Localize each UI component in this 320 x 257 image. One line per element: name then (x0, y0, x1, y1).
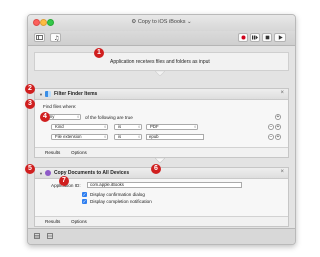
chevron-updown-icon: ◊ (194, 125, 196, 129)
criterion-field-popup[interactable]: Kind ◊ (51, 124, 108, 130)
chevron-updown-icon: ◊ (138, 125, 140, 129)
add-criterion-button[interactable]: + (275, 124, 281, 130)
criterion-text-value: epub (149, 134, 159, 139)
remove-criterion-button[interactable]: − (268, 124, 274, 130)
application-id-field[interactable]: com.apple.iBooks (87, 182, 242, 188)
marker-7: 7 (59, 176, 69, 186)
workflow-icon: ⚙ (131, 19, 137, 25)
options-tab[interactable]: Options (71, 219, 87, 224)
run-button[interactable] (274, 33, 286, 42)
criterion-field-value: File extension (55, 134, 82, 139)
action-title: Filter Finder Items (54, 91, 98, 97)
criterion-text-field[interactable]: epub (146, 134, 204, 140)
banner-text: Application receives files and folders a… (110, 58, 210, 65)
marker-4: 4 (40, 112, 50, 122)
chevron-updown-icon: ◊ (77, 115, 79, 119)
add-criterion-button[interactable]: + (275, 134, 281, 140)
remove-criterion-button[interactable]: − (268, 134, 274, 140)
find-files-label: Find files where: (43, 104, 77, 109)
stop-button[interactable] (262, 33, 272, 42)
finder-icon (45, 91, 51, 97)
disclosure-triangle-icon[interactable]: ▼ (39, 171, 43, 176)
confirmation-label: Display confirmation dialog (90, 192, 145, 197)
criterion-field-popup[interactable]: File extension ◊ (51, 134, 108, 140)
criterion-operator-value: is (118, 134, 122, 139)
action-title: Copy Documents to All Devices (54, 170, 130, 176)
workflow-input-banner: Application receives files and folders a… (34, 52, 289, 71)
close-icon[interactable]: × (280, 169, 284, 175)
marker-5: 5 (25, 164, 35, 174)
options-tab[interactable]: Options (71, 150, 87, 155)
criterion-operator-popup[interactable]: is ◊ (114, 134, 142, 140)
copy-documents-action: ▼ Copy Documents to All Devices × Applic… (34, 167, 289, 227)
action-footer: Results Options (35, 147, 288, 157)
results-tab[interactable]: Results (45, 150, 60, 155)
connector-notch (155, 71, 165, 76)
notification-checkbox[interactable]: ✓ (82, 199, 87, 204)
filter-finder-items-action: ▼ Filter Finder Items × Find files where… (34, 88, 289, 158)
log-bar (28, 228, 295, 244)
run-icon (278, 35, 283, 40)
svg-text:♫: ♫ (54, 35, 59, 41)
chevron-updown-icon: ◊ (104, 135, 106, 139)
application-id-value: com.apple.iBooks (90, 182, 124, 187)
following-true-label: of the following are true (85, 115, 133, 120)
criterion-field-value: Kind (55, 124, 64, 129)
variables-icon[interactable] (47, 233, 53, 239)
record-button[interactable] (238, 33, 248, 42)
action-footer: Results Options (35, 216, 288, 226)
notification-label: Display completion notification (90, 199, 152, 204)
title-bar: ⚙ Copy to iOS iBooks ⌄ (28, 15, 295, 31)
marker-6: 6 (151, 164, 161, 174)
step-icon (252, 35, 258, 40)
sidebar-icon (36, 35, 43, 40)
results-tab[interactable]: Results (45, 219, 60, 224)
criterion-operator-popup[interactable]: is ◊ (114, 124, 142, 130)
library-icon: ♫ (54, 35, 59, 41)
confirmation-checkbox[interactable]: ✓ (82, 192, 87, 197)
window-title-wrap: ⚙ Copy to iOS iBooks ⌄ (28, 19, 295, 25)
media-button[interactable]: ♫ (50, 33, 61, 42)
marker-1: 1 (94, 48, 104, 58)
workflow-area: Application receives files and folders a… (28, 46, 295, 228)
marker-3: 3 (25, 99, 35, 109)
step-button[interactable] (250, 33, 260, 42)
automator-window: ⚙ Copy to iOS iBooks ⌄ ♫ Application rec… (27, 14, 296, 245)
connector-notch (155, 158, 165, 163)
disclosure-triangle-icon[interactable]: ▼ (39, 92, 43, 97)
show-library-button[interactable] (34, 33, 45, 42)
action-header[interactable]: ▼ Copy Documents to All Devices × (35, 168, 288, 179)
devices-icon (45, 170, 51, 176)
criterion-value-popup[interactable]: PDF ◊ (146, 124, 198, 130)
chevron-updown-icon: ◊ (138, 135, 140, 139)
list-view-icon[interactable] (34, 233, 40, 239)
stop-icon (265, 35, 269, 40)
marker-2: 2 (25, 84, 35, 94)
record-icon (241, 35, 245, 40)
close-icon[interactable]: × (280, 90, 284, 96)
criterion-value-value: PDF (150, 124, 159, 129)
window-title: Copy to iOS iBooks (137, 19, 186, 25)
criterion-operator-value: is (118, 124, 122, 129)
title-chevron-icon[interactable]: ⌄ (187, 19, 192, 25)
add-criterion-button[interactable]: + (275, 114, 281, 120)
action-header[interactable]: ▼ Filter Finder Items × (35, 89, 288, 100)
chevron-updown-icon: ◊ (104, 125, 106, 129)
toolbar: ♫ (28, 31, 295, 46)
